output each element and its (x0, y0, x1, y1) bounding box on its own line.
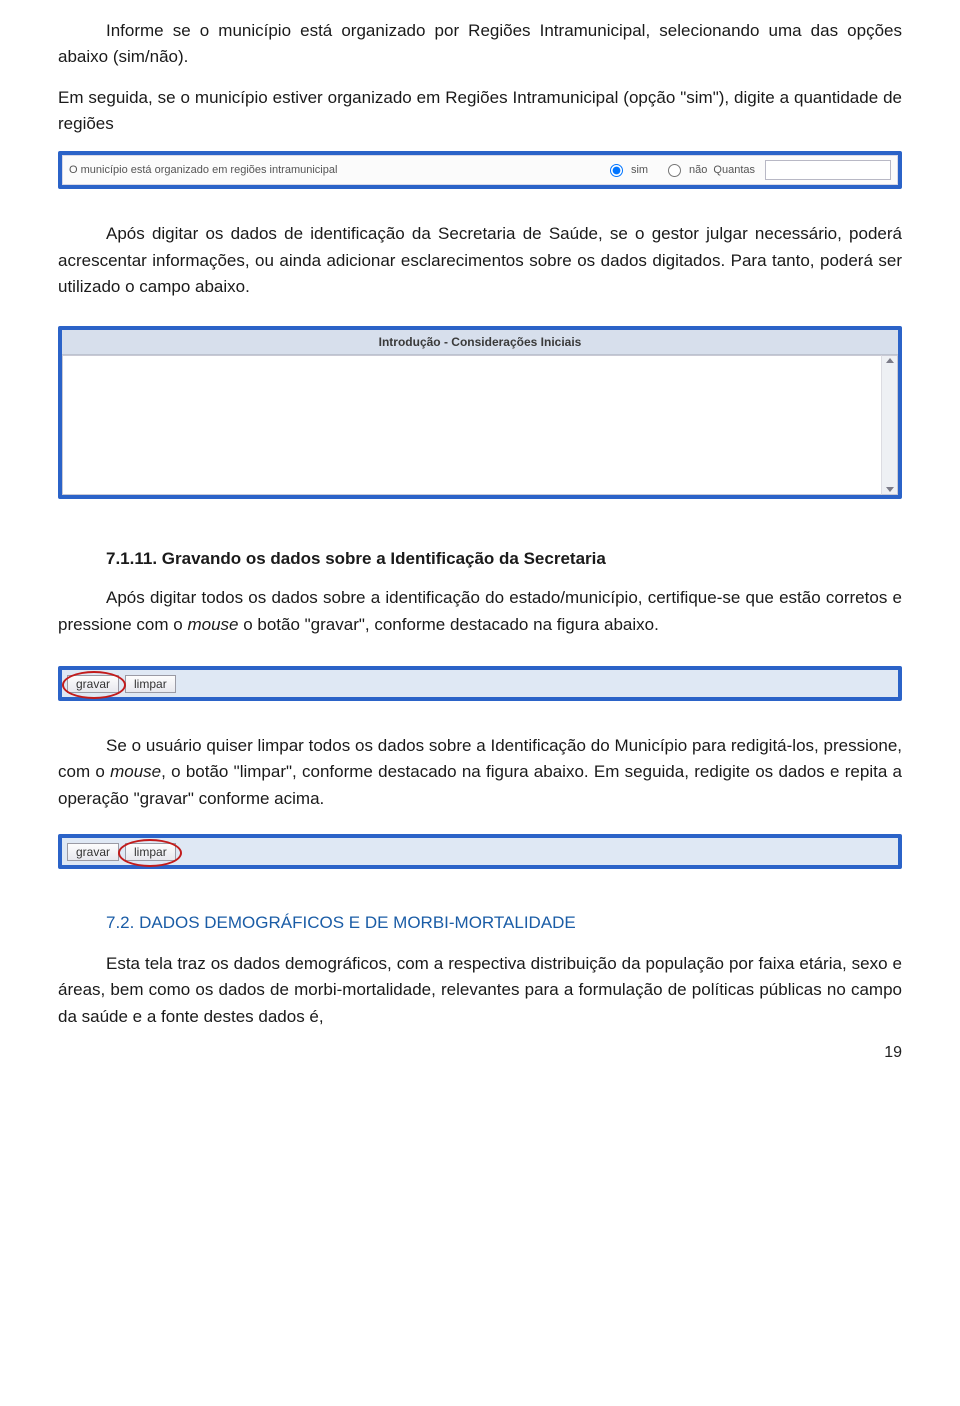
p1b-pre: Em seguida, se o município estiver organ… (58, 88, 680, 107)
p3-post: o botão "gravar", conforme destacado na … (238, 615, 658, 634)
paragraph-intro-a: Informe se o município está organizado p… (58, 18, 902, 71)
paragraph-gravar: Após digitar todos os dados sobre a iden… (58, 585, 902, 638)
paragraph-demograficos: Esta tela traz os dados demográficos, co… (58, 951, 902, 1030)
radio-sim[interactable] (610, 164, 623, 177)
p1b-quote: "sim" (680, 88, 719, 107)
region-options: sim não Quantas (596, 160, 891, 180)
radio-nao-label: não (689, 164, 707, 176)
region-radio-row: O município está organizado em regiões i… (62, 155, 898, 185)
radio-nao[interactable] (668, 164, 681, 177)
textarea-scrollbar[interactable] (881, 355, 898, 495)
heading-7-2: 7.2. DADOS DEMOGRÁFICOS E DE MORBI-MORTA… (58, 913, 902, 933)
quantas-label: Quantas (713, 164, 755, 176)
paragraph-after-radio: Após digitar os dados de identificação d… (58, 221, 902, 300)
scroll-down-icon (886, 487, 894, 492)
radio-sim-label: sim (631, 164, 648, 176)
gravar-buttonbar: gravar limpar (58, 666, 902, 701)
consideracoes-title: Introdução - Considerações Iniciais (62, 330, 898, 355)
consideracoes-textarea[interactable] (62, 355, 881, 495)
limpar-button[interactable]: limpar (125, 675, 176, 693)
paragraph-limpar: Se o usuário quiser limpar todos os dado… (58, 733, 902, 812)
gravar-button[interactable]: gravar (67, 675, 119, 693)
scroll-up-icon (886, 358, 894, 363)
limpar-buttonbar: gravar limpar (58, 834, 902, 869)
gravar-button-2[interactable]: gravar (67, 843, 119, 861)
heading-7-1-11: 7.1.11. Gravando os dados sobre a Identi… (58, 549, 902, 569)
limpar-button-2[interactable]: limpar (125, 843, 176, 861)
p4-post: , o botão "limpar", conforme destacado n… (58, 762, 902, 807)
p3-mouse: mouse (187, 615, 238, 634)
paragraph-intro-b: Em seguida, se o município estiver organ… (58, 85, 902, 138)
p4-mouse: mouse (110, 762, 161, 781)
page-number: 19 (58, 1044, 902, 1062)
region-radio-panel: O município está organizado em regiões i… (58, 151, 902, 189)
quantas-input[interactable] (765, 160, 891, 180)
consideracoes-panel: Introdução - Considerações Iniciais (58, 326, 902, 499)
region-question-label: O município está organizado em regiões i… (69, 164, 596, 176)
